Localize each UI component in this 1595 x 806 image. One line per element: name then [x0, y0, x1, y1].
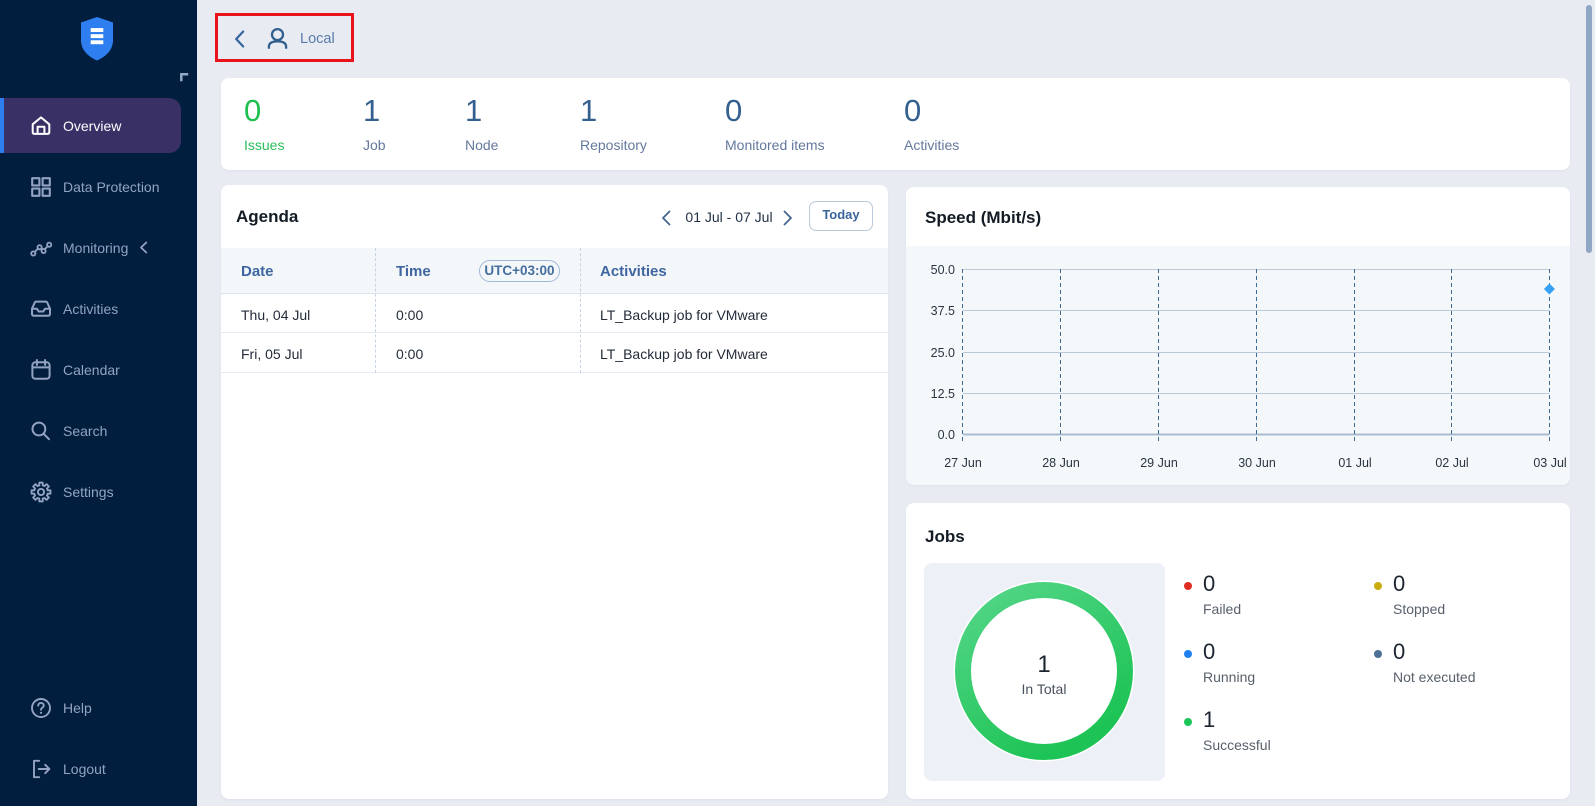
svg-text:29 Jun: 29 Jun [1140, 456, 1178, 470]
svg-text:27 Jun: 27 Jun [944, 456, 982, 470]
svg-text:01 Jul: 01 Jul [1338, 456, 1371, 470]
svg-text:0.0: 0.0 [938, 428, 955, 442]
svg-text:02 Jul: 02 Jul [1435, 456, 1468, 470]
svg-text:03 Jul: 03 Jul [1533, 456, 1566, 470]
svg-text:37.5: 37.5 [931, 304, 955, 318]
svg-text:30 Jun: 30 Jun [1238, 456, 1276, 470]
svg-text:12.5: 12.5 [931, 387, 955, 401]
svg-text:25.0: 25.0 [931, 346, 955, 360]
svg-text:50.0: 50.0 [931, 263, 955, 277]
svg-text:28 Jun: 28 Jun [1042, 456, 1080, 470]
